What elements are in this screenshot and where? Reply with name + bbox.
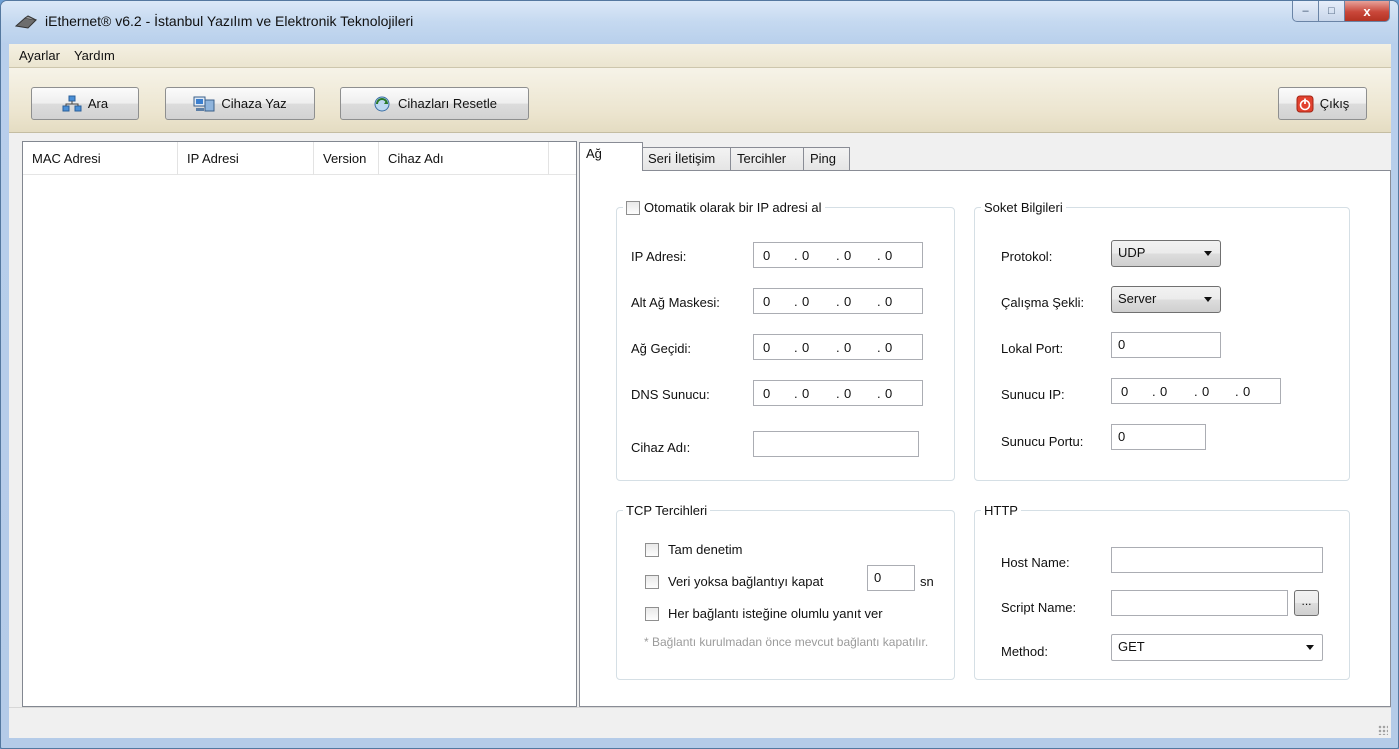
method-label: Method:	[1001, 644, 1048, 659]
gateway-label: Ağ Geçidi:	[631, 341, 691, 356]
auto-ip-checkbox[interactable]	[626, 200, 640, 215]
settings-tabs: Ağ Seri İletişim Tercihler Ping Otomatik…	[579, 141, 1391, 707]
full-control-option[interactable]: Tam denetim	[645, 542, 742, 557]
search-button-label: Ara	[87, 96, 109, 111]
socket-group-title: Soket Bilgileri	[981, 200, 1066, 215]
auto-ip-label: Otomatik olarak bir IP adresi al	[644, 200, 822, 215]
write-device-label: Cihaza Yaz	[221, 96, 287, 111]
close-button[interactable]: x	[1345, 1, 1390, 22]
minimize-button[interactable]: –	[1292, 1, 1319, 22]
close-idle-option[interactable]: Veri yoksa bağlantıyı kapat	[645, 574, 823, 589]
full-control-label: Tam denetim	[668, 542, 743, 557]
server-ip-label: Sunucu IP:	[1001, 387, 1065, 402]
status-bar	[9, 707, 1391, 738]
tcp-note: * Bağlantı kurulmadan önce mevcut bağlan…	[644, 635, 929, 649]
device-list[interactable]: MAC Adresi IP Adresi Version Cihaz Adı	[22, 141, 577, 707]
auto-ip-option[interactable]: Otomatik olarak bir IP adresi al	[623, 200, 825, 215]
app-icon	[15, 15, 37, 29]
socket-info-group: Soket Bilgileri Protokol: UDP Çalışma Şe…	[974, 200, 1350, 481]
power-icon	[1296, 95, 1314, 112]
http-group-title: HTTP	[981, 503, 1021, 518]
mode-label: Çalışma Şekli:	[1001, 295, 1085, 310]
mode-select[interactable]: Server	[1111, 286, 1221, 313]
menu-yardim[interactable]: Yardım	[74, 48, 115, 63]
device-name-field[interactable]	[753, 431, 919, 457]
server-port-label: Sunucu Portu:	[1001, 434, 1084, 449]
host-name-label: Host Name:	[1001, 555, 1070, 570]
http-group: HTTP Host Name: Script Name: ... Method:…	[974, 503, 1350, 680]
title-bar: iEthernet® v6.2 - İstanbul Yazılım ve El…	[1, 1, 1398, 43]
minimize-icon: –	[1302, 5, 1309, 17]
app-window: iEthernet® v6.2 - İstanbul Yazılım ve El…	[0, 0, 1399, 749]
exit-button-label: Çıkış	[1319, 96, 1350, 111]
column-ip[interactable]: IP Adresi	[178, 142, 314, 175]
dns-label: DNS Sunucu:	[631, 387, 710, 402]
tab-strip: Ağ Seri İletişim Tercihler Ping	[579, 141, 1391, 171]
dns-field[interactable]: 0 . 0 . 0 . 0	[753, 380, 923, 406]
column-device-name[interactable]: Cihaz Adı	[379, 142, 549, 175]
column-version[interactable]: Version	[314, 142, 379, 175]
host-name-field[interactable]	[1111, 547, 1323, 573]
device-name-label: Cihaz Adı:	[631, 440, 691, 455]
local-port-field[interactable]: 0	[1111, 332, 1221, 358]
reset-devices-label: Cihazları Resetle	[398, 96, 497, 111]
mask-label: Alt Ağ Maskesi:	[631, 295, 720, 310]
reset-devices-button[interactable]: Cihazları Resetle	[340, 87, 529, 120]
menu-bar: Ayarlar Yardım	[9, 44, 1391, 68]
menu-ayarlar[interactable]: Ayarlar	[19, 48, 60, 63]
accept-all-label: Her bağlantı isteğine olumlu yanıt ver	[668, 606, 883, 621]
column-mac[interactable]: MAC Adresi	[23, 142, 178, 175]
protocol-label: Protokol:	[1001, 249, 1053, 264]
accept-all-checkbox[interactable]	[645, 606, 659, 621]
local-port-label: Lokal Port:	[1001, 341, 1064, 356]
write-device-button[interactable]: Cihaza Yaz	[165, 87, 315, 120]
device-list-header: MAC Adresi IP Adresi Version Cihaz Adı	[23, 142, 576, 175]
chevron-down-icon	[1306, 645, 1314, 650]
maximize-button[interactable]: □	[1319, 1, 1345, 22]
accept-all-option[interactable]: Her bağlantı isteğine olumlu yanıt ver	[645, 606, 883, 621]
network-reset-icon	[374, 96, 390, 111]
exit-button[interactable]: Çıkış	[1278, 87, 1367, 120]
tab-network[interactable]: Ağ	[579, 142, 643, 171]
search-button[interactable]: Ara	[31, 87, 139, 120]
method-select[interactable]: GET	[1111, 634, 1323, 661]
chevron-down-icon	[1204, 297, 1212, 302]
close-idle-label: Veri yoksa bağlantıyı kapat	[668, 574, 824, 589]
script-name-field[interactable]	[1111, 590, 1288, 616]
gateway-field[interactable]: 0 . 0 . 0 . 0	[753, 334, 923, 360]
seconds-unit: sn	[920, 574, 934, 589]
chevron-down-icon	[1204, 251, 1212, 256]
window-title: iEthernet® v6.2 - İstanbul Yazılım ve El…	[45, 13, 414, 29]
tcp-group-title: TCP Tercihleri	[623, 503, 711, 518]
close-idle-seconds-field[interactable]: 0	[867, 565, 915, 591]
subnet-mask-field[interactable]: 0 . 0 . 0 . 0	[753, 288, 923, 314]
main-area: MAC Adresi IP Adresi Version Cihaz Adı A…	[9, 133, 1391, 707]
maximize-icon: □	[1328, 5, 1335, 17]
ip-label: IP Adresi:	[631, 249, 687, 264]
full-control-checkbox[interactable]	[645, 542, 659, 557]
tab-ping[interactable]: Ping	[803, 147, 850, 171]
ip-address-field[interactable]: 0 . 0 . 0 . 0	[753, 242, 923, 268]
close-icon: x	[1363, 3, 1371, 19]
tcp-preferences-group: TCP Tercihleri Tam denetim Veri yoksa ba…	[616, 503, 955, 680]
script-name-label: Script Name:	[1001, 600, 1077, 615]
network-tab-page: Otomatik olarak bir IP adresi al IP Adre…	[579, 170, 1391, 707]
tab-serial[interactable]: Seri İletişim	[641, 147, 731, 171]
ip-settings-group: Otomatik olarak bir IP adresi al IP Adre…	[616, 200, 955, 481]
browse-script-button[interactable]: ...	[1294, 590, 1319, 616]
close-idle-checkbox[interactable]	[645, 574, 659, 589]
toolbar: Ara Cihaza Yaz Cihazları Resetle Çıkış	[9, 68, 1391, 133]
protocol-select[interactable]: UDP	[1111, 240, 1221, 267]
computer-write-icon	[193, 96, 215, 111]
window-controls: – □ x	[1292, 1, 1390, 23]
tab-preferences[interactable]: Tercihler	[730, 147, 804, 171]
server-port-field[interactable]: 0	[1111, 424, 1206, 450]
resize-grip-icon[interactable]	[1378, 725, 1388, 735]
network-search-icon	[62, 95, 82, 111]
server-ip-field[interactable]: 0 . 0 . 0 . 0	[1111, 378, 1281, 404]
